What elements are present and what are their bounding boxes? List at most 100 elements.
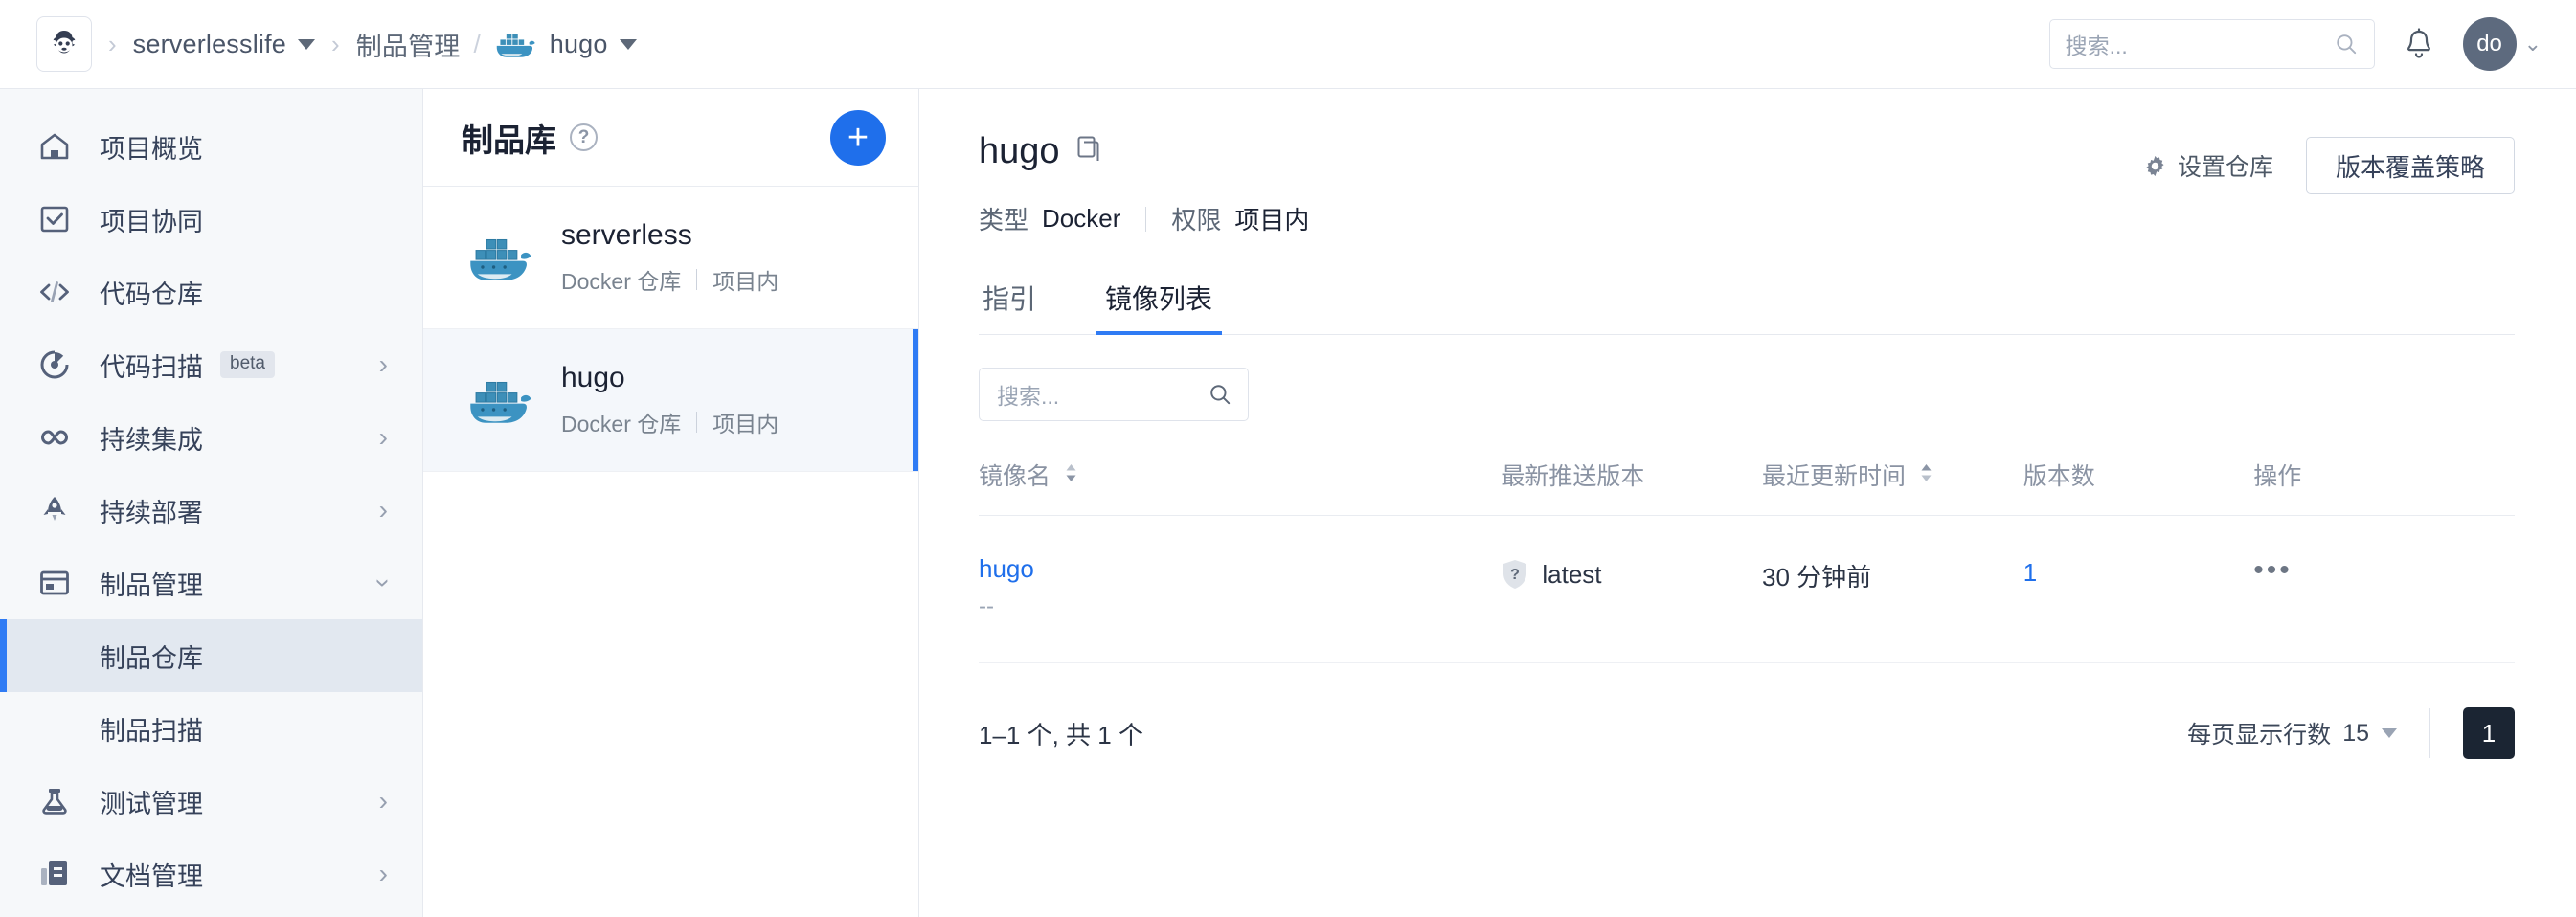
per-page-selector[interactable]: 每页显示行数 15 (2187, 716, 2397, 750)
version-count-link[interactable]: 1 (2023, 554, 2254, 588)
docker-whale-icon (465, 373, 538, 428)
sidebar-item-label: 代码扫描 (100, 347, 203, 384)
column-label: 最近更新时间 (1762, 463, 1906, 490)
column-latest-version: 最新推送版本 (1501, 458, 1762, 516)
repository-list-panel: 制品库 ? + (423, 89, 919, 917)
user-menu[interactable]: do ⌄ (2463, 17, 2542, 71)
sidebar-item-label: 持续部署 (100, 492, 203, 529)
breadcrumb-slash: / (474, 30, 481, 59)
breadcrumb-separator-2: › (331, 32, 340, 56)
breadcrumb-label-project: serverlesslife (133, 30, 286, 59)
question-mark-icon[interactable]: ? (570, 123, 598, 151)
sidebar-item-artifact-scan[interactable]: 制品扫描 (0, 692, 422, 765)
sidebar-item-ci[interactable]: 持续集成 › (0, 401, 422, 474)
chevron-down-icon[interactable]: › (368, 578, 398, 587)
image-search-input[interactable]: 搜索... (997, 378, 1208, 411)
sidebar-item-cd[interactable]: 持续部署 › (0, 474, 422, 547)
meta-divider (1145, 207, 1146, 232)
cell-version-count: 1 (2023, 516, 2254, 663)
home-icon (36, 128, 73, 165)
bell-icon[interactable] (2404, 28, 2434, 60)
repository-item-serverless[interactable]: serverless Docker 仓库 项目内 (423, 187, 918, 329)
page-button-1[interactable]: 1 (2463, 707, 2515, 759)
pagination: 每页显示行数 15 1 (2187, 707, 2515, 759)
chevron-right-icon[interactable]: › (379, 859, 388, 889)
footer-divider (2429, 708, 2430, 758)
sidebar: 项目概览 项目协同 (0, 89, 423, 917)
meta-divider (696, 269, 697, 290)
sidebar-item-artifact-repo[interactable]: 制品仓库 (0, 619, 422, 692)
artifact-box-icon (36, 565, 73, 601)
breadcrumb-separator-1: › (108, 32, 117, 56)
total-count-text: 1–1 个, 共 1 个 (979, 716, 1143, 751)
more-dots-icon[interactable]: ••• (2253, 554, 2515, 585)
breadcrumb-item-repo[interactable]: hugo (494, 27, 637, 61)
chevron-right-icon[interactable]: › (379, 422, 388, 453)
scan-power-icon (36, 347, 73, 383)
chevron-down-icon[interactable] (2382, 728, 2397, 738)
updated-time-value: 30 分钟前 (1762, 554, 2023, 593)
flask-icon (36, 783, 73, 819)
sidebar-item-code-scan[interactable]: 代码扫描 beta › (0, 328, 422, 401)
breadcrumb-label-artifact[interactable]: 制品管理 (356, 26, 461, 63)
sidebar-item-label: 项目概览 (100, 128, 203, 166)
sidebar-item-label: 持续集成 (100, 419, 203, 457)
cell-latest-version: ? latest (1501, 516, 1762, 663)
copy-icon[interactable] (1076, 135, 1103, 168)
per-page-label: 每页显示行数 (2187, 716, 2331, 750)
chevron-down-icon[interactable] (620, 39, 637, 50)
monkey-logo-icon (45, 25, 83, 63)
repository-name: hugo (561, 362, 779, 394)
avatar[interactable]: do (2463, 17, 2517, 71)
top-bar: › serverlesslife › 制品管理 / hugo (0, 0, 2576, 89)
sidebar-item-project-collab[interactable]: 项目协同 (0, 183, 422, 256)
tab-image-list[interactable]: 镜像列表 (1101, 279, 1216, 334)
repo-meta-row: 类型 Docker 权限 项目内 (979, 201, 1309, 236)
sidebar-item-test-mgmt[interactable]: 测试管理 › (0, 765, 422, 838)
app-root: › serverlesslife › 制品管理 / hugo (0, 0, 2576, 917)
shield-question-icon[interactable]: ? (1501, 558, 1529, 591)
search-icon (2334, 32, 2359, 56)
image-search[interactable]: 搜索... (979, 368, 1249, 421)
tab-guide[interactable]: 指引 (979, 279, 1040, 334)
repository-type: Docker 仓库 (561, 263, 681, 296)
table-header-row: 镜像名 最新推送版本 最近更新时间 (979, 458, 2515, 516)
sidebar-item-code-repo[interactable]: 代码仓库 (0, 256, 422, 328)
svg-text:?: ? (1510, 567, 1520, 583)
repository-name: serverless (561, 219, 779, 252)
latest-version-value: latest (1542, 560, 1601, 590)
sidebar-item-project-overview[interactable]: 项目概览 (0, 110, 422, 183)
sort-icon[interactable] (1920, 462, 1932, 490)
column-label: 操作 (2253, 463, 2301, 490)
column-updated-time[interactable]: 最近更新时间 (1762, 458, 2023, 516)
image-name-link[interactable]: hugo (979, 554, 1501, 584)
chevron-right-icon[interactable]: › (379, 349, 388, 380)
docker-whale-icon (465, 231, 538, 285)
sort-icon[interactable] (1065, 462, 1077, 490)
repo-title-row: hugo (979, 131, 1309, 172)
settings-repo-button[interactable]: 设置仓库 (2143, 148, 2273, 183)
column-image-name[interactable]: 镜像名 (979, 458, 1501, 516)
body-container: 项目概览 项目协同 (0, 89, 2576, 917)
chevron-right-icon[interactable]: › (379, 495, 388, 526)
rocket-icon (36, 492, 73, 528)
sidebar-item-artifact-mgmt[interactable]: 制品管理 › (0, 547, 422, 619)
sidebar-item-label: 测试管理 (100, 783, 203, 820)
global-search-input[interactable]: 搜索... (2066, 28, 2334, 60)
sidebar-item-label: 制品管理 (100, 565, 203, 602)
coding-monkey-logo[interactable] (36, 16, 92, 72)
repository-item-hugo[interactable]: hugo Docker 仓库 项目内 (423, 329, 918, 472)
image-table-head: 镜像名 最新推送版本 最近更新时间 (979, 458, 2515, 516)
global-search[interactable]: 搜索... (2049, 19, 2375, 69)
checkbox-board-icon (36, 201, 73, 237)
version-policy-button[interactable]: 版本覆盖策略 (2306, 137, 2515, 194)
image-table-body: hugo -- ? latest (979, 516, 2515, 663)
cell-actions: ••• (2253, 516, 2515, 663)
add-repository-button[interactable]: + (830, 110, 886, 166)
chevron-right-icon[interactable]: › (379, 786, 388, 816)
permission-value: 项目内 (1234, 201, 1309, 236)
breadcrumb-item-project[interactable]: serverlesslife (133, 30, 315, 59)
chevron-down-icon[interactable]: ⌄ (2524, 32, 2542, 56)
sidebar-item-doc-mgmt[interactable]: 文档管理 › (0, 838, 422, 910)
chevron-down-icon[interactable] (298, 39, 315, 50)
